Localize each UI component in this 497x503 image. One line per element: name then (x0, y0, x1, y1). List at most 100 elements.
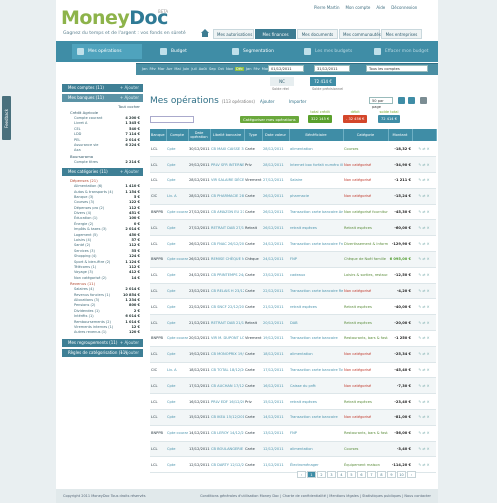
column-header[interactable]: Banque (150, 129, 167, 141)
delete-icon[interactable]: ✕ (427, 400, 430, 404)
cell-beneficiary[interactable]: alimentation (289, 141, 343, 158)
delete-icon[interactable]: ✕ (427, 163, 430, 167)
tab-segmentation[interactable]: Segmentation (227, 44, 297, 59)
delete-icon[interactable]: ✕ (427, 289, 430, 293)
cell-beneficiary[interactable]: alimentation (289, 346, 343, 363)
logo[interactable]: MoneyDoc (61, 7, 168, 29)
delete-icon[interactable]: ✕ (427, 352, 430, 356)
page-link[interactable]: 3 (327, 471, 336, 478)
table-row[interactable]: LCLCpte28/12/2011VIR SALAIRE DÉCEMBRE 20… (150, 172, 436, 189)
delete-icon[interactable]: ✕ (427, 305, 430, 309)
month-item[interactable]: Jan (246, 67, 252, 71)
add-account-link[interactable]: + Ajouter (120, 84, 139, 92)
cell-category[interactable]: Non catégorisé (343, 172, 388, 189)
nav-companies[interactable]: Mes entreprises (381, 29, 422, 39)
delete-icon[interactable]: ✕ (427, 336, 430, 340)
month-item[interactable]: Déc (234, 67, 244, 71)
cell-category[interactable]: Retrait espèces (343, 314, 388, 332)
cell-category[interactable]: Restaurants, bars & fast-food (343, 425, 388, 442)
table-row[interactable]: BNPPBCpte courant14/12/2011CB LEROY 14/1… (150, 425, 436, 442)
cell-category[interactable]: Restaurants, bars & fast-food (343, 330, 388, 347)
cell-category[interactable]: Non catégorisé (343, 283, 388, 300)
per-page-select[interactable]: 50 par page (369, 97, 393, 109)
month-item[interactable]: Sep (209, 67, 216, 71)
delete-icon[interactable]: ✕ (427, 147, 430, 151)
month-item[interactable]: Mar (158, 67, 165, 71)
add-tag-link[interactable]: + Ajouter (120, 339, 139, 347)
cell-category[interactable]: Retrait espèces (343, 219, 388, 237)
cell-beneficiary[interactable]: Salaire (289, 172, 343, 189)
column-header[interactable]: Date valeur (262, 129, 290, 141)
table-row[interactable]: LCLCpte16/12/2011PRLV EDF 16/12/2011Prlv… (150, 393, 436, 411)
table-row[interactable]: BNPPBCpte courant26/12/2011REMISE CHÈQUE… (150, 251, 436, 268)
feedback-tab[interactable]: Feedback (2, 96, 11, 140)
table-row[interactable]: LCLCpte27/12/2011RETRAIT DAB 27/12/2011R… (150, 219, 436, 237)
delete-icon[interactable]: ✕ (427, 226, 430, 230)
month-item[interactable]: Mai (174, 67, 180, 71)
cell-beneficiary[interactable]: cadeaux (289, 267, 343, 284)
cell-category[interactable]: Non catégorisé (343, 346, 388, 363)
cell-category[interactable]: Non catégorisé (343, 188, 388, 205)
column-header[interactable]: Bénéficiaire (289, 129, 344, 141)
tab-operations[interactable]: Mes opérations (72, 44, 142, 59)
cell-category[interactable]: Retrait espèces (343, 298, 388, 316)
page-link[interactable]: 8 (377, 471, 386, 478)
cell-beneficiary[interactable]: FNP (289, 251, 343, 268)
tab-budget[interactable]: Budget (155, 44, 225, 59)
page-link[interactable]: 9 (387, 471, 396, 478)
delete-icon[interactable]: ✕ (427, 415, 430, 419)
sidebar-list-item[interactable]: Autres revenus (1) 120 € (62, 330, 143, 335)
table-row[interactable]: LCLCpte19/12/2011CB MONOPRIX 19/12/2011C… (150, 346, 436, 363)
search-input[interactable] (150, 116, 194, 123)
column-header[interactable]: Libellé bancaire (210, 129, 245, 141)
help-link[interactable]: Aide (376, 5, 385, 10)
cell-beneficiary[interactable]: Transaction carte bancaire (289, 330, 343, 347)
delete-icon[interactable]: ✕ (427, 242, 430, 246)
table-row[interactable]: LCLCpte21/12/2011RETRAIT DAB 21/12/2011R… (150, 314, 436, 332)
month-item[interactable]: Nov (226, 67, 233, 71)
table-row[interactable]: BNPPBCpte courant20/12/2011VIR M. DUPONT… (150, 330, 436, 347)
tab-clear-budget[interactable]: Effacer mon budget (369, 44, 437, 59)
table-row[interactable]: LCLCpte23/12/2011CB RELAIS H 23/12/2011C… (150, 283, 436, 300)
column-header[interactable]: Montant (388, 129, 413, 141)
date-from-field[interactable]: 01/12/2011 (268, 65, 304, 72)
cell-beneficiary[interactable]: Transaction carte bancaire Relais (289, 283, 343, 300)
page-link[interactable]: 5 (347, 471, 356, 478)
cell-category[interactable]: Divertissement & Informatique (343, 235, 388, 253)
delete-icon[interactable]: ✕ (427, 368, 430, 372)
month-item[interactable]: Juil (191, 67, 196, 71)
sidebar-categories-header[interactable]: Mes catégories (11) + Ajouter (62, 168, 143, 177)
table-row[interactable]: LCLCpte26/12/2011CB FNAC 26/12/2011Carte… (150, 235, 436, 253)
page-link[interactable]: ‹ (297, 471, 306, 478)
cell-category[interactable]: Non catégorisé fournitures (343, 204, 388, 221)
page-link[interactable]: 2 (317, 471, 326, 478)
nav-finances[interactable]: Mes finances (255, 29, 296, 39)
delete-icon[interactable]: ✕ (427, 463, 430, 467)
categorize-button[interactable]: Catégoriser mes opérations (240, 116, 299, 123)
cell-beneficiary[interactable]: retrait espèces (289, 393, 343, 411)
date-to-field[interactable]: 31/12/2011 (314, 65, 350, 72)
delete-icon[interactable]: ✕ (427, 273, 430, 277)
month-item[interactable]: Oct (218, 67, 224, 71)
table-row[interactable]: LCL Cpte 15/12/2011 CB IKEA 15/12/2011 Carte… (150, 409, 436, 426)
page-link[interactable]: 4 (337, 471, 346, 478)
delete-icon[interactable]: ✕ (427, 194, 430, 198)
cell-beneficiary[interactable]: Transaction carte bancaire Total (289, 362, 343, 379)
table-row[interactable]: LCLCpte29/12/2011PRLV SFR INTERNET 3112C… (150, 156, 436, 174)
nav-documents[interactable]: Mes documents (297, 29, 338, 39)
prev-period-icon[interactable] (398, 97, 405, 104)
month-item[interactable]: Août (199, 67, 207, 71)
cell-category[interactable]: Non catégorisé (343, 156, 388, 174)
table-row[interactable]: LCLCpte13/12/2011CB BOULANGERIE 13/12/20… (150, 441, 436, 458)
cell-beneficiary[interactable]: retrait espèces (289, 219, 343, 237)
sidebar-accounts-header[interactable]: Mes comptes (11) + Ajouter (62, 84, 143, 92)
delete-icon[interactable]: ✕ (427, 210, 430, 214)
page-link[interactable]: 7 (367, 471, 376, 478)
page-link[interactable]: 6 (357, 471, 366, 478)
add-rule-link[interactable]: + Ajouter (120, 349, 139, 357)
next-period-icon[interactable] (408, 97, 415, 104)
table-row[interactable]: LCLCpte24/12/2011CB PRINTEMPS 24/12/2011… (150, 267, 436, 284)
import-link[interactable]: Importer (289, 99, 306, 104)
account-link[interactable]: Mon compte (346, 5, 371, 10)
month-item[interactable]: Jan (142, 67, 148, 71)
